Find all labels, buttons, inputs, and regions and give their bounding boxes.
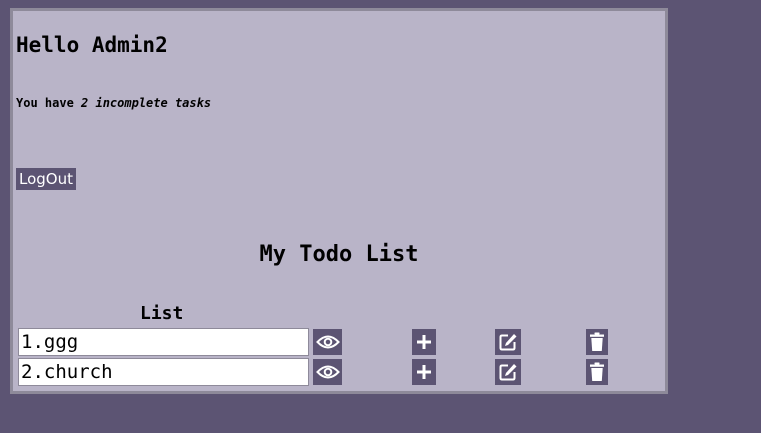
task-summary-prefix: You have (16, 96, 82, 110)
todo-list-title: My Todo List (259, 242, 419, 267)
task-row: 1.ggg (18, 328, 658, 356)
trash-icon (590, 332, 604, 351)
view-task-button[interactable] (313, 329, 342, 355)
task-summary: You have 2 incomplete tasks (16, 96, 211, 110)
add-subtask-button[interactable] (412, 359, 436, 385)
delete-task-button[interactable] (586, 329, 608, 355)
plus-icon (417, 365, 431, 379)
incomplete-count: 2 incomplete tasks (81, 96, 212, 110)
list-column-header: List (140, 303, 184, 324)
main-panel: Hello Admin2 You have 2 incomplete tasks… (10, 8, 668, 394)
greeting-heading: Hello Admin2 (16, 33, 168, 57)
trash-icon (590, 362, 604, 381)
view-task-button[interactable] (313, 359, 342, 385)
task-label: 2.church (18, 358, 309, 386)
task-label: 1.ggg (18, 328, 309, 356)
delete-task-button[interactable] (586, 359, 608, 385)
logout-button[interactable]: LogOut (16, 168, 76, 190)
plus-icon (417, 335, 431, 349)
edit-icon (499, 334, 517, 351)
edit-task-button[interactable] (495, 329, 521, 355)
add-subtask-button[interactable] (412, 329, 436, 355)
edit-icon (499, 364, 517, 381)
eye-icon (315, 365, 340, 379)
eye-icon (315, 335, 340, 349)
task-row: 2.church (18, 358, 658, 386)
edit-task-button[interactable] (495, 359, 521, 385)
